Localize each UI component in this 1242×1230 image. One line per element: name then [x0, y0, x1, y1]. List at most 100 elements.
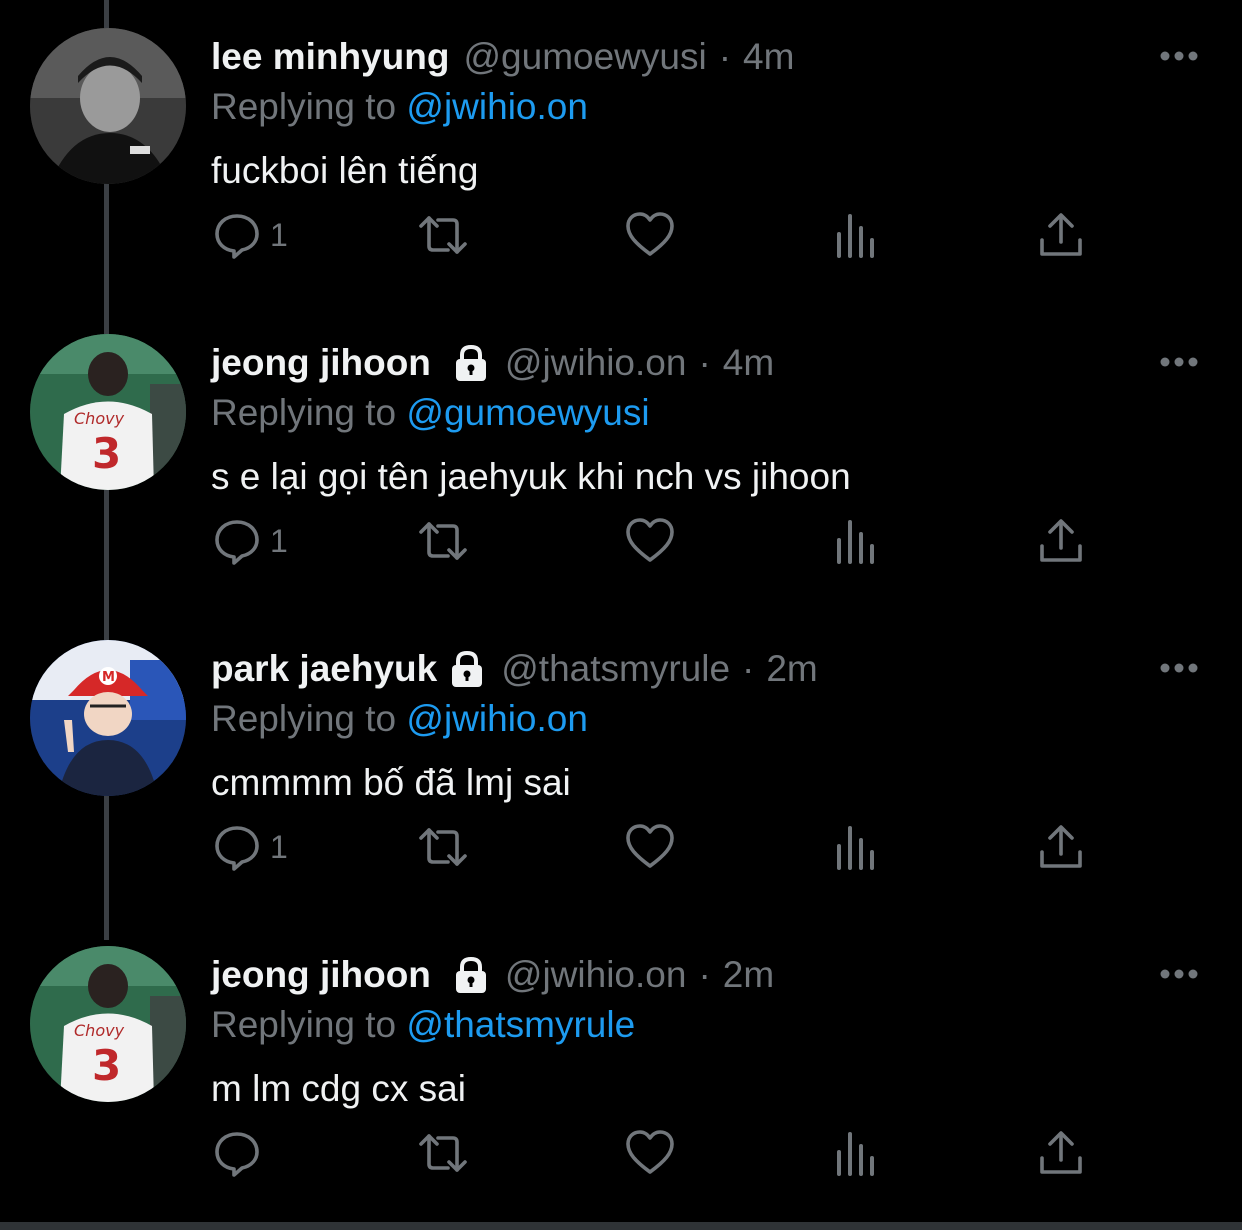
like-button[interactable]	[625, 205, 675, 265]
bar-chart-icon	[831, 516, 881, 566]
more-options-icon[interactable]	[1158, 350, 1200, 374]
action-bar: 1	[0, 205, 1242, 265]
bar-chart-icon	[831, 822, 881, 872]
retweet-icon	[418, 516, 468, 566]
reply-bubble-icon	[212, 516, 262, 566]
display-name[interactable]: park jaehyuk	[211, 646, 437, 692]
tweet-text: m lm cdg cx sai	[211, 1068, 466, 1109]
avatar[interactable]: Chovy 3	[30, 334, 186, 490]
share-icon	[1036, 516, 1086, 566]
more-options-icon[interactable]	[1158, 962, 1200, 986]
user-handle[interactable]: @jwihio.on	[505, 952, 687, 998]
retweet-button[interactable]	[418, 817, 468, 877]
reply-count: 1	[270, 216, 288, 253]
tweet-text: cmmmm bố đã lmj sai	[211, 762, 571, 803]
share-button[interactable]	[1036, 511, 1086, 571]
tweet[interactable]: Chovy 3 jeong jihoon @jwihio.on · 4m Rep…	[0, 306, 1242, 612]
heart-icon	[625, 1128, 675, 1178]
timestamp[interactable]: 4m	[743, 34, 794, 80]
replying-to-mention[interactable]: @thatsmyrule	[406, 1004, 635, 1045]
reply-bubble-icon	[212, 1128, 262, 1178]
replying-to-mention[interactable]: @gumoewyusi	[406, 392, 649, 433]
views-button[interactable]	[831, 1123, 881, 1183]
retweet-icon	[418, 1128, 468, 1178]
svg-text:Chovy: Chovy	[74, 409, 125, 428]
reply-button[interactable]: 1	[212, 817, 288, 877]
replying-to: Replying to @jwihio.on	[211, 84, 588, 130]
share-icon	[1036, 822, 1086, 872]
reply-button[interactable]: 1	[212, 511, 288, 571]
reply-count: 1	[270, 828, 288, 865]
action-bar: 1	[0, 511, 1242, 571]
separator-dot: ·	[718, 36, 732, 77]
retweet-button[interactable]	[418, 1123, 468, 1183]
display-name[interactable]: jeong jihoon	[211, 952, 431, 998]
tweet[interactable]: lee minhyung @gumoewyusi · 4m Replying t…	[0, 0, 1242, 306]
reply-bubble-icon	[212, 210, 262, 260]
tweet-text: fuckboi lên tiếng	[211, 150, 479, 191]
retweet-icon	[418, 822, 468, 872]
share-button[interactable]	[1036, 205, 1086, 265]
share-icon	[1036, 210, 1086, 260]
share-button[interactable]	[1036, 817, 1086, 877]
lock-icon	[451, 955, 491, 995]
retweet-button[interactable]	[418, 511, 468, 571]
like-button[interactable]	[625, 1123, 675, 1183]
tweet[interactable]: M park jaehyuk @thatsmyrule · 2m Replyin…	[0, 612, 1242, 918]
display-name[interactable]: lee minhyung	[211, 34, 449, 80]
views-button[interactable]	[831, 205, 881, 265]
like-button[interactable]	[625, 511, 675, 571]
bar-chart-icon	[831, 1128, 881, 1178]
separator-dot: ·	[698, 954, 711, 995]
retweet-button[interactable]	[418, 205, 468, 265]
user-handle[interactable]: @jwihio.on	[505, 340, 687, 386]
timestamp[interactable]: 4m	[723, 340, 774, 386]
replying-to-label: Replying to	[211, 392, 397, 433]
share-icon	[1036, 1128, 1086, 1178]
lock-icon	[447, 649, 487, 689]
more-options-icon[interactable]	[1158, 44, 1200, 68]
timestamp[interactable]: 2m	[723, 952, 774, 998]
replying-to-label: Replying to	[211, 1004, 397, 1045]
replying-to-mention[interactable]: @jwihio.on	[406, 698, 588, 739]
tweet-text: s e lại gọi tên jaehyuk khi nch vs jihoo…	[211, 456, 851, 497]
heart-icon	[625, 822, 675, 872]
more-options-icon[interactable]	[1158, 656, 1200, 680]
svg-text:3: 3	[92, 1041, 121, 1090]
reply-count: 1	[270, 522, 288, 559]
reply-bubble-icon	[212, 822, 262, 872]
avatar[interactable]: Chovy 3	[30, 946, 186, 1102]
display-name[interactable]: jeong jihoon	[211, 340, 431, 386]
avatar[interactable]	[30, 28, 186, 184]
heart-icon	[625, 516, 675, 566]
share-button[interactable]	[1036, 1123, 1086, 1183]
action-bar	[0, 1123, 1242, 1183]
bottom-divider	[0, 1222, 1242, 1230]
reply-button[interactable]: 1	[212, 205, 288, 265]
user-handle[interactable]: @gumoewyusi	[463, 34, 706, 80]
bar-chart-icon	[831, 210, 881, 260]
replying-to: Replying to @gumoewyusi	[211, 390, 650, 436]
svg-text:Chovy: Chovy	[74, 1021, 125, 1040]
heart-icon	[625, 210, 675, 260]
replying-to-label: Replying to	[211, 698, 397, 739]
views-button[interactable]	[831, 817, 881, 877]
lock-icon	[451, 343, 491, 383]
replying-to-mention[interactable]: @jwihio.on	[406, 86, 588, 127]
svg-text:3: 3	[92, 429, 121, 478]
timestamp[interactable]: 2m	[766, 646, 817, 692]
reply-button[interactable]	[212, 1123, 262, 1183]
replying-to-label: Replying to	[211, 86, 397, 127]
action-bar: 1	[0, 817, 1242, 877]
replying-to: Replying to @thatsmyrule	[211, 1002, 635, 1048]
replying-to: Replying to @jwihio.on	[211, 696, 588, 742]
svg-text:M: M	[102, 670, 115, 685]
separator-dot: ·	[698, 342, 711, 383]
separator-dot: ·	[742, 648, 755, 689]
avatar[interactable]: M	[30, 640, 186, 796]
views-button[interactable]	[831, 511, 881, 571]
retweet-icon	[418, 210, 468, 260]
user-handle[interactable]: @thatsmyrule	[501, 646, 730, 692]
tweet[interactable]: Chovy 3 jeong jihoon @jwihio.on · 2m Rep…	[0, 918, 1242, 1224]
like-button[interactable]	[625, 817, 675, 877]
